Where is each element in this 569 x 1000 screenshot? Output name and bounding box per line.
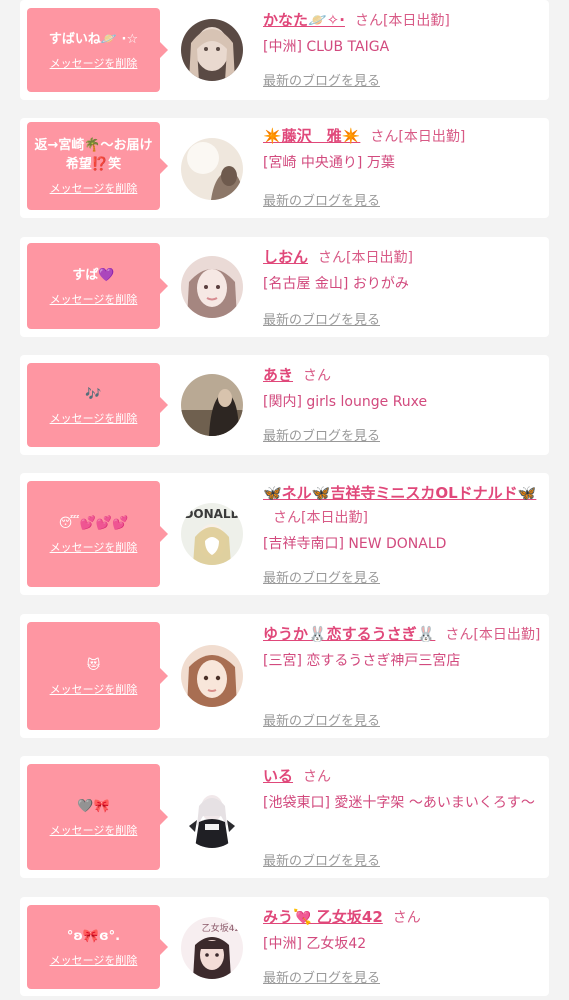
cast-info: しおん さん[本日出勤] [名古屋 金山] おりがみ 最新のブログを見る [263,245,545,328]
cast-status: さん[本日出勤] [445,627,541,643]
latest-blog-link[interactable]: 最新のブログを見る [263,710,380,729]
latest-blog-link[interactable]: 最新のブログを見る [263,967,380,986]
avatar[interactable] [181,19,243,81]
avatar[interactable]: 乙女坂42 [181,917,243,979]
cast-name-link[interactable]: ゆうか🐰恋するうさぎ🐰 [263,625,435,643]
avatar[interactable] [181,786,243,848]
cast-name-link[interactable]: みう💘 乙女坂42 [263,908,383,926]
svg-text:DONALD: DONALD [183,507,240,521]
delete-message-link[interactable]: メッセージを削除 [50,539,138,555]
message-text: 😴💕💕💕 [58,515,129,531]
list-item: 🩶🎀 メッセージを削除 いる さん [池袋東口] 愛迷十字架 〜あいまいくろす〜 … [20,756,549,878]
name-line: 🦋ネル🦋吉祥寺ミニスカOLドナルド🦋 さん[本日出勤] [263,481,545,530]
cast-name-link[interactable]: かなた🪐✧· [263,11,345,29]
shop-name: [中洲] CLUB TAIGA [263,39,390,55]
name-line: いる さん [263,764,545,789]
list-item: °ʚ🎀ɞ°. メッセージを削除 乙女坂42 みう💘 乙女坂42 さん [中洲] 乙… [20,897,549,996]
avatar[interactable] [181,645,243,707]
name-line: みう💘 乙女坂42 さん [263,905,545,930]
shop-name: [関内] girls lounge Ruxe [263,394,428,410]
message-text: 😻 [86,657,101,673]
cast-info: ゆうか🐰恋するうさぎ🐰 さん[本日出勤] [三宮] 恋するうさぎ神戸三宮店 最新の… [263,622,545,729]
name-line: かなた🪐✧· さん[本日出勤] [263,8,545,33]
cast-info: いる さん [池袋東口] 愛迷十字架 〜あいまいくろす〜 最新のブログを見る [263,764,545,869]
cast-status: さん [303,769,332,785]
delete-message-link[interactable]: メッセージを削除 [50,55,138,71]
cast-name-link[interactable]: いる [263,767,293,785]
latest-blog-link[interactable]: 最新のブログを見る [263,190,380,209]
cast-status: さん[本日出勤] [370,129,466,145]
cast-status: さん [392,910,421,926]
cast-status: さん [303,368,332,384]
shop-name: [名古屋 金山] おりがみ [263,276,409,292]
shop-name: [三宮] 恋するうさぎ神戸三宮店 [263,653,461,669]
cast-info: ✴️藤沢 雅✴️ さん[本日出勤] [宮崎 中央通り] 万葉 最新のブログを見る [263,124,545,209]
delete-message-link[interactable]: メッセージを削除 [50,822,138,838]
delete-message-link[interactable]: メッセージを削除 [50,291,138,307]
cast-name-link[interactable]: ✴️藤沢 雅✴️ [263,127,360,145]
message-text: 🎶 [85,386,102,402]
list-item: 😻 メッセージを削除 ゆうか🐰恋するうさぎ🐰 さん[本日出勤] [三宮] 恋するう… [20,614,549,738]
delete-message-link[interactable]: メッセージを削除 [50,681,138,697]
message-bubble: 😴💕💕💕 メッセージを削除 [27,481,168,587]
cast-name-link[interactable]: 🦋ネル🦋吉祥寺ミニスカOLドナルド🦋 [263,484,536,502]
message-bubble: 😻 メッセージを削除 [27,622,168,730]
shop-name: [吉祥寺南口] NEW DONALD [263,536,447,552]
cast-info: 🦋ネル🦋吉祥寺ミニスカOLドナルド🦋 さん[本日出勤] [吉祥寺南口] NEW D… [263,481,545,586]
message-text: すばいね🪐 ·☆ [48,31,139,47]
latest-blog-link[interactable]: 最新のブログを見る [263,567,380,586]
name-line: ゆうか🐰恋するうさぎ🐰 さん[本日出勤] [263,622,545,647]
avatar[interactable] [181,374,243,436]
name-line: あき さん [263,363,545,388]
avatar[interactable]: DONALD [181,503,243,565]
cast-name-link[interactable]: あき [263,366,293,384]
message-bubble: 🩶🎀 メッセージを削除 [27,764,168,870]
list-item: すぱ💜 メッセージを削除 しおん さん[本日出勤] [名古屋 金山] おりがみ 最… [20,237,549,337]
message-bubble: 🎶 メッセージを削除 [27,363,168,447]
list-item: 🎶 メッセージを削除 あき さん [関内] girls lounge Ruxe 最… [20,355,549,455]
latest-blog-link[interactable]: 最新のブログを見る [263,309,380,328]
cast-status: さん[本日出勤] [318,250,413,266]
svg-text:乙女坂42: 乙女坂42 [202,922,240,934]
list-item: 返→宮崎🌴〜お届け希望⁉️笑 メッセージを削除 ✴️藤沢 雅✴️ さん[本日出勤]… [20,118,549,218]
delete-message-link[interactable]: メッセージを削除 [50,952,138,968]
shop-name: [中洲] 乙女坂42 [263,936,367,952]
name-line: ✴️藤沢 雅✴️ さん[本日出勤] [263,124,545,149]
shop-name: [宮崎 中央通り] 万葉 [263,155,395,171]
name-line: しおん さん[本日出勤] [263,245,545,270]
delete-message-link[interactable]: メッセージを削除 [50,180,138,196]
latest-blog-link[interactable]: 最新のブログを見る [263,70,380,89]
latest-blog-link[interactable]: 最新のブログを見る [263,425,380,444]
latest-blog-link[interactable]: 最新のブログを見る [263,850,380,869]
list-item: すばいね🪐 ·☆ メッセージを削除 かなた🪐✧· さん[本日出勤] [中洲] CL… [20,0,549,100]
message-text: すぱ💜 [72,267,115,283]
shop-name: [池袋東口] 愛迷十字架 〜あいまいくろす〜 [263,795,535,811]
list-item: 😴💕💕💕 メッセージを削除 DONALD 🦋ネル🦋吉祥寺ミニスカOLドナルド🦋 さ… [20,473,549,595]
message-text: °ʚ🎀ɞ°. [66,928,121,944]
message-text: 返→宮崎🌴〜お届け希望⁉️笑 [34,138,153,172]
message-bubble: °ʚ🎀ɞ°. メッセージを削除 [27,905,168,989]
message-list: すばいね🪐 ·☆ メッセージを削除 かなた🪐✧· さん[本日出勤] [中洲] CL… [0,0,569,1000]
cast-name-link[interactable]: しおん [263,248,308,266]
message-bubble: すばいね🪐 ·☆ メッセージを削除 [27,8,168,92]
cast-info: あき さん [関内] girls lounge Ruxe 最新のブログを見る [263,363,545,444]
avatar[interactable] [181,138,243,200]
delete-message-link[interactable]: メッセージを削除 [50,410,138,426]
cast-status: さん[本日出勤] [273,510,368,526]
message-text: 🩶🎀 [77,798,110,814]
cast-info: かなた🪐✧· さん[本日出勤] [中洲] CLUB TAIGA 最新のブログを見る [263,8,545,89]
cast-info: みう💘 乙女坂42 さん [中洲] 乙女坂42 最新のブログを見る [263,905,545,986]
avatar[interactable] [181,256,243,318]
message-bubble: 返→宮崎🌴〜お届け希望⁉️笑 メッセージを削除 [27,122,168,210]
cast-status: さん[本日出勤] [354,13,450,29]
message-bubble: すぱ💜 メッセージを削除 [27,243,168,329]
